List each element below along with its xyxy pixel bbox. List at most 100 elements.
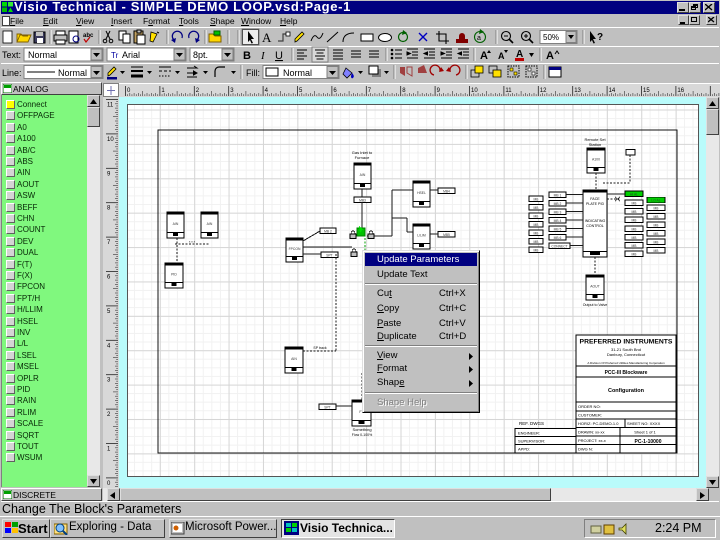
svg-text:MB: MB (654, 206, 660, 210)
svg-text:15: 15 (643, 88, 650, 94)
svg-text:MB: MB (654, 240, 660, 244)
svg-text:Text:: Text: (2, 50, 21, 60)
svg-text:8pt.: 8pt. (193, 50, 208, 60)
svg-text:A: A (480, 50, 488, 62)
svg-text:11: 11 (107, 103, 114, 109)
svg-text:ENGINEER:: ENGINEER: (518, 431, 540, 436)
svg-text:MB: MB (632, 236, 638, 240)
svg-text:MB: MB (632, 244, 638, 248)
svg-text:A Division Of Preferred Utilit: A Division Of Preferred Utilities Manufa… (587, 361, 665, 365)
svg-text:a: a (477, 35, 481, 42)
svg-text:Something: Something (352, 427, 371, 432)
svg-text:A100: A100 (592, 158, 600, 162)
svg-text:MB: MB (534, 197, 540, 201)
svg-text:HORIZ: PC-DEMO-1.0: HORIZ: PC-DEMO-1.0 (578, 421, 619, 426)
svg-text:MB 2: MB 2 (554, 202, 562, 206)
svg-text:Normal: Normal (58, 68, 87, 78)
svg-text:MB4: MB4 (443, 189, 450, 193)
svg-text:Sheet 1 of 1: Sheet 1 of 1 (634, 430, 656, 435)
svg-text:Tr: Tr (111, 51, 119, 60)
svg-text:LO AL: LO AL (651, 199, 660, 203)
svg-text:DRAWN: xx-xx: DRAWN: xx-xx (578, 430, 605, 435)
svg-text:ORDER NO:: ORDER NO: (578, 404, 601, 409)
svg-text:MB: MB (632, 218, 638, 222)
svg-text:?: ? (597, 32, 603, 43)
svg-text:10: 10 (107, 137, 114, 143)
svg-text:10: 10 (471, 88, 478, 94)
svg-text:11: 11 (505, 88, 512, 94)
svg-text:HI AL: HI AL (630, 192, 638, 196)
svg-text:AIN: AIN (207, 222, 213, 226)
svg-text:Configuration: Configuration (608, 388, 645, 394)
svg-text:AIN: AIN (173, 222, 179, 226)
svg-text:A: A (262, 30, 272, 45)
svg-text:REF. DWGS: REF. DWGS (519, 421, 544, 426)
svg-text:SUPERVISOR:: SUPERVISOR: (518, 439, 545, 444)
svg-text:MB: MB (534, 223, 540, 227)
svg-text:MB: MB (654, 249, 660, 253)
svg-text:MB: MB (654, 215, 660, 219)
svg-text:A: A (546, 50, 554, 62)
svg-text:SHEET NO: XXXX: SHEET NO: XXXX (627, 421, 661, 426)
svg-text:B: B (243, 50, 251, 62)
svg-text:MB: MB (654, 223, 660, 227)
svg-text:12: 12 (540, 88, 547, 94)
svg-text:Normal: Normal (28, 50, 57, 60)
svg-text:SP track: SP track (313, 346, 326, 350)
svg-text:Danbury, Connecticut: Danbury, Connecticut (607, 352, 646, 357)
svg-text:Flow 0-100%: Flow 0-100% (352, 433, 372, 437)
svg-text:MB: MB (632, 210, 638, 214)
svg-text:PID: PID (171, 273, 177, 277)
svg-text:MB 4: MB 4 (554, 219, 562, 223)
svg-text:Furnace: Furnace (355, 155, 370, 160)
svg-text:13: 13 (574, 88, 581, 94)
svg-text:MB: MB (534, 248, 540, 252)
svg-text:MB: MB (534, 214, 540, 218)
svg-text:MB: MB (534, 231, 540, 235)
svg-text:SPT: SPT (324, 405, 330, 409)
svg-text:MB: MB (534, 240, 540, 244)
svg-text:50%: 50% (543, 33, 559, 42)
svg-text:PLATE PID: PLATE PID (586, 202, 605, 206)
svg-text:CUSTOMER:: CUSTOMER: (578, 413, 602, 418)
svg-text:MB 5: MB 5 (554, 227, 562, 231)
svg-text:A: A (498, 51, 505, 61)
svg-text:APPD:: APPD: (518, 447, 530, 452)
svg-text:Output to Valve: Output to Valve (583, 303, 608, 307)
svg-text:CONNECT: CONNECT (551, 244, 567, 248)
svg-text:MB 3: MB 3 (554, 210, 562, 214)
svg-text:16: 16 (677, 88, 684, 94)
svg-text:AIN: AIN (360, 173, 366, 177)
svg-text:CONTROL: CONTROL (586, 224, 604, 228)
svg-text:MB 6: MB 6 (554, 236, 562, 240)
svg-text:Arial: Arial (122, 50, 140, 60)
svg-text:14: 14 (609, 88, 616, 94)
svg-text:PROJECT: xx-x: PROJECT: xx-x (578, 438, 606, 443)
svg-text:AOUT: AOUT (590, 285, 599, 289)
svg-text:MB: MB (632, 227, 638, 231)
svg-text:MB5: MB5 (443, 233, 450, 237)
svg-text:L/LIM: L/LIM (417, 234, 426, 238)
svg-text:x x x: x x x (189, 240, 196, 244)
svg-text:MB 2: MB 2 (324, 229, 332, 233)
svg-text:MB3: MB3 (359, 198, 366, 202)
svg-text:INDICATING: INDICATING (585, 219, 606, 223)
svg-text:PCC-III Blockware: PCC-III Blockware (605, 370, 648, 376)
svg-text:Station: Station (589, 142, 601, 147)
svg-text:I: I (260, 50, 266, 62)
svg-text:DWG N:: DWG N: (578, 447, 593, 452)
svg-text:Normal: Normal (283, 68, 312, 78)
svg-text:MB 1: MB 1 (554, 193, 562, 197)
svg-text:FPCON: FPCON (289, 247, 301, 251)
svg-text:HSEL: HSEL (417, 191, 426, 195)
svg-text:AIN: AIN (291, 357, 297, 361)
svg-text:MB: MB (632, 201, 638, 205)
svg-text:MB: MB (632, 252, 638, 256)
svg-text:FACE: FACE (590, 197, 600, 201)
svg-text:Fill:: Fill: (246, 68, 260, 78)
svg-text:MB: MB (654, 232, 660, 236)
svg-text:PC-1-10000: PC-1-10000 (635, 439, 662, 445)
svg-text:PREFERRED INSTRUMENTS: PREFERRED INSTRUMENTS (580, 339, 673, 346)
svg-text:U: U (275, 50, 283, 62)
svg-text:Line:: Line: (2, 68, 22, 78)
